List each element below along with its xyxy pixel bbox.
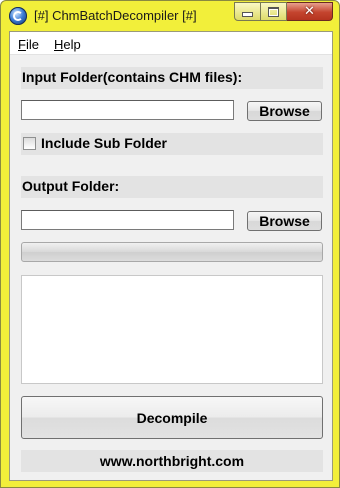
- footer-panel: www.northbright.com: [21, 450, 323, 472]
- client-area: File Help Input Folder(contains CHM file…: [9, 31, 333, 481]
- app-icon[interactable]: [9, 7, 27, 25]
- window-controls: ✕: [234, 2, 333, 22]
- output-browse-button[interactable]: Browse: [247, 211, 322, 231]
- include-sub-folder-row: Include Sub Folder: [21, 133, 323, 155]
- close-button[interactable]: ✕: [287, 2, 333, 21]
- menu-help[interactable]: Help: [54, 37, 81, 52]
- menu-bar: File Help: [10, 32, 332, 55]
- input-folder-label: Input Folder(contains CHM files):: [22, 69, 243, 85]
- input-browse-button[interactable]: Browse: [247, 101, 322, 121]
- maximize-button[interactable]: [261, 2, 287, 21]
- include-sub-folder-checkbox[interactable]: [23, 137, 36, 150]
- output-folder-label-panel: Output Folder:: [21, 176, 323, 198]
- minimize-button[interactable]: [234, 2, 261, 21]
- output-folder-field[interactable]: [21, 210, 234, 230]
- window-frame: [#] ChmBatchDecompiler [#] ✕ File Help I…: [0, 0, 340, 488]
- menu-file[interactable]: File: [18, 37, 39, 52]
- log-output-area[interactable]: [21, 275, 323, 384]
- include-sub-folder-label[interactable]: Include Sub Folder: [41, 135, 167, 151]
- title-bar[interactable]: [#] ChmBatchDecompiler [#] ✕: [1, 1, 339, 31]
- input-folder-label-panel: Input Folder(contains CHM files):: [21, 67, 323, 89]
- maximize-icon: [268, 6, 279, 17]
- output-folder-label: Output Folder:: [22, 178, 120, 194]
- close-icon: ✕: [304, 4, 315, 19]
- progress-bar: [21, 242, 323, 262]
- decompile-button[interactable]: Decompile: [21, 396, 323, 439]
- website-link[interactable]: www.northbright.com: [100, 453, 244, 469]
- minimize-icon: [242, 12, 253, 17]
- input-folder-field[interactable]: [21, 100, 234, 120]
- window-title: [#] ChmBatchDecompiler [#]: [34, 8, 197, 23]
